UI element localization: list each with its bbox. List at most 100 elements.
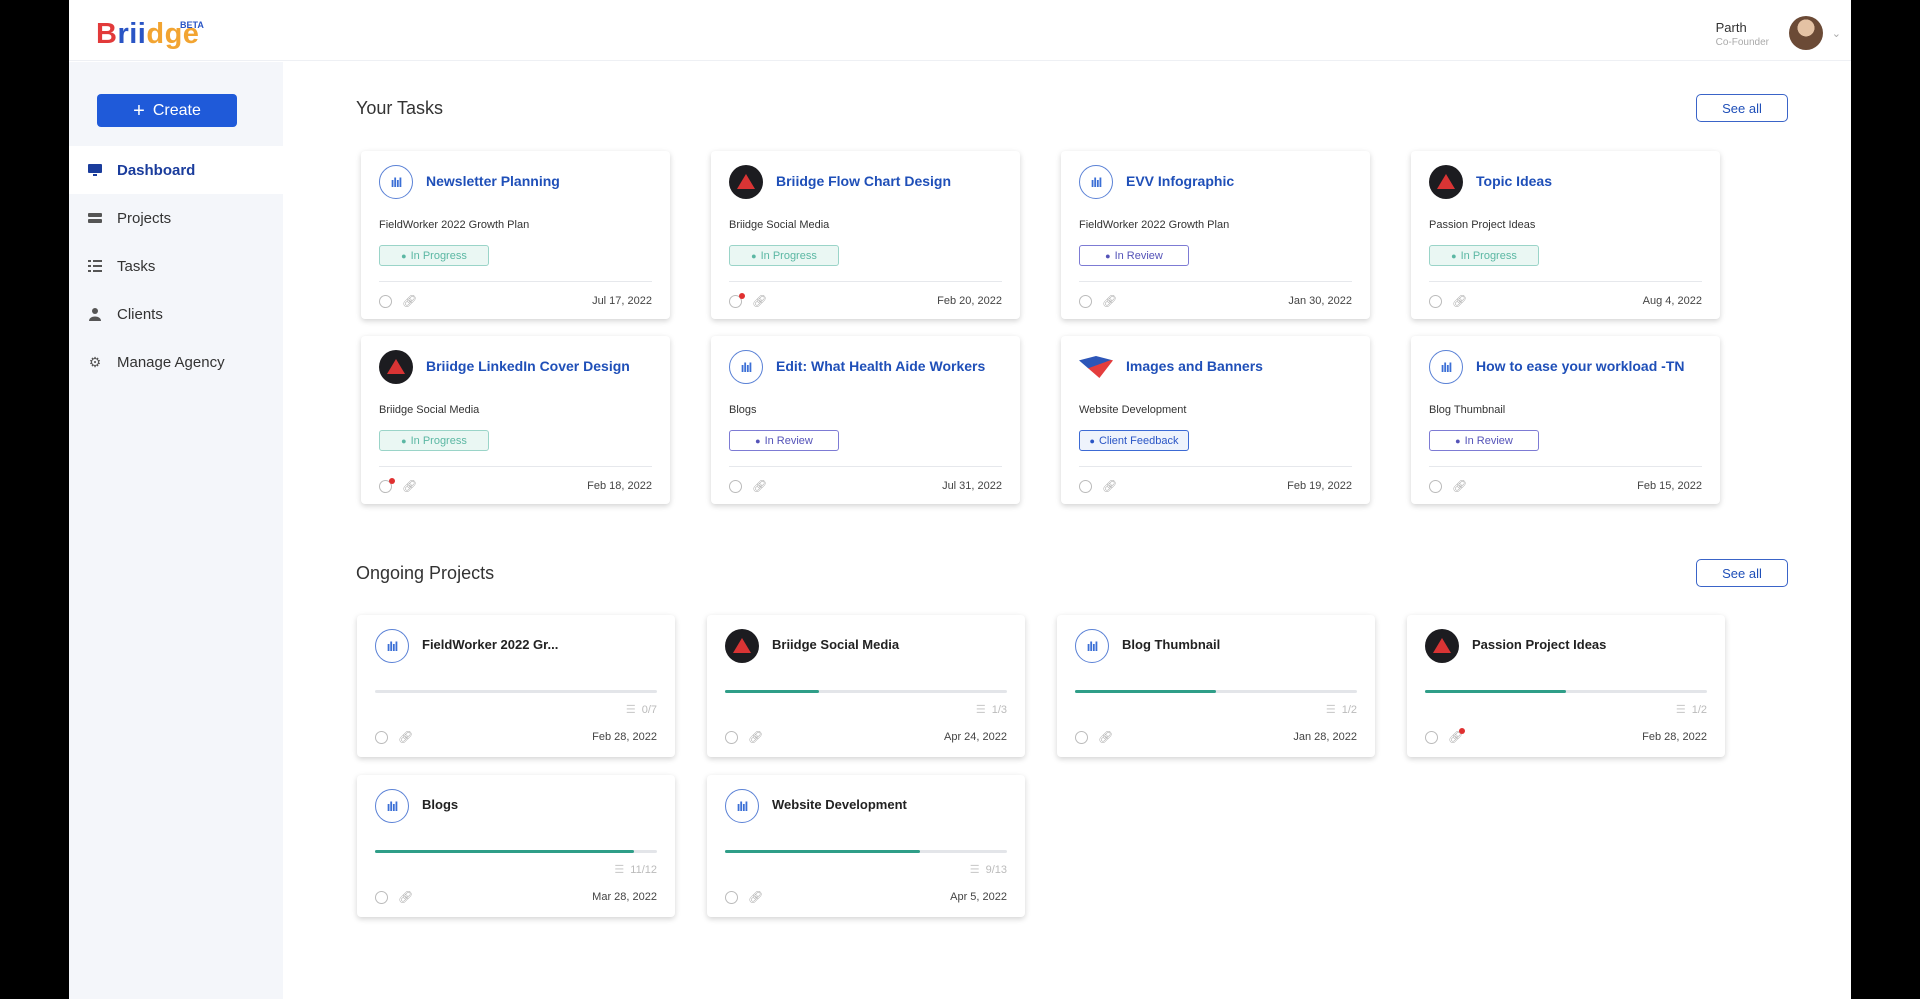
comment-icon[interactable] <box>1079 480 1092 493</box>
main-content: Your Tasks See all ılıl Newsletter Plann… <box>283 62 1851 999</box>
progress-fill <box>725 690 819 693</box>
wave-logo-icon: ılıl <box>379 165 413 199</box>
link-icon[interactable]: 🔗︎ <box>1102 480 1117 493</box>
task-title[interactable]: Newsletter Planning <box>426 173 560 189</box>
project-card[interactable]: ılıl Website Development ☰ 9/13 🔗︎ Apr 5,… <box>707 775 1025 917</box>
status-badge: ● Client Feedback <box>1079 430 1189 451</box>
chevron-down-icon[interactable]: ⌄ <box>1832 27 1841 40</box>
task-title[interactable]: EVV Infographic <box>1126 173 1234 189</box>
list-icon: ☰ <box>1675 704 1686 716</box>
beta-badge: BETA <box>180 20 204 30</box>
card-actions: 🔗︎ <box>1075 731 1113 744</box>
link-icon[interactable]: 🔗︎ <box>1448 728 1465 744</box>
comment-icon[interactable] <box>375 891 388 904</box>
link-icon[interactable]: 🔗︎ <box>752 295 767 308</box>
divider <box>1079 466 1352 467</box>
task-card[interactable]: ılıl How to ease your workload -TN Blog … <box>1411 336 1720 504</box>
project-card[interactable]: ılıl Blogs ☰ 11/12 🔗︎ Mar 28, 2022 <box>357 775 675 917</box>
progress-fill <box>725 850 921 853</box>
comment-icon[interactable] <box>725 731 738 744</box>
project-title[interactable]: Blogs <box>422 797 458 812</box>
task-card[interactable]: Briidge Flow Chart Design Briidge Social… <box>711 151 1020 319</box>
comment-icon[interactable] <box>375 731 388 744</box>
comment-icon[interactable] <box>1429 480 1442 493</box>
task-card[interactable]: Topic Ideas Passion Project Ideas ● In Pr… <box>1411 151 1720 319</box>
divider <box>1429 466 1702 467</box>
gear-icon: ⚙ <box>88 353 102 370</box>
sidebar-item-manage-agency[interactable]: ⚙ Manage Agency <box>69 338 283 386</box>
wave-logo-icon: ılıl <box>729 350 763 384</box>
link-icon[interactable]: 🔗︎ <box>748 731 763 744</box>
comment-icon[interactable] <box>1075 731 1088 744</box>
link-icon[interactable]: 🔗︎ <box>748 891 763 904</box>
link-icon[interactable]: 🔗︎ <box>752 480 767 493</box>
your-tasks-title: Your Tasks <box>356 98 444 118</box>
card-actions: 🔗︎ <box>725 731 763 744</box>
comment-icon[interactable] <box>729 480 742 493</box>
task-title[interactable]: Briidge Flow Chart Design <box>776 173 951 189</box>
task-title[interactable]: Briidge LinkedIn Cover Design <box>426 358 630 374</box>
list-icon: ☰ <box>969 864 980 876</box>
task-date: Feb 15, 2022 <box>1637 480 1702 492</box>
comment-icon[interactable] <box>379 478 395 493</box>
tasks-see-all-button[interactable]: See all <box>1696 94 1788 122</box>
sidebar-item-dashboard[interactable]: Dashboard <box>69 146 283 194</box>
projects-icon <box>87 210 103 226</box>
task-title[interactable]: How to ease your workload -TN <box>1476 358 1684 374</box>
sidebar-item-label: Dashboard <box>117 161 196 179</box>
task-card[interactable]: ılıl Edit: What Health Aide Workers Blog… <box>711 336 1020 504</box>
comment-icon[interactable] <box>725 891 738 904</box>
sidebar-item-label: Manage Agency <box>117 353 225 371</box>
link-icon[interactable]: 🔗︎ <box>398 731 413 744</box>
create-button[interactable]: + Create <box>97 94 237 127</box>
sidebar-item-projects[interactable]: Projects <box>69 194 283 242</box>
progress-fill <box>1075 690 1216 693</box>
project-title[interactable]: FieldWorker 2022 Gr... <box>422 637 558 652</box>
banner-logo-icon <box>1079 350 1113 384</box>
comment-icon[interactable] <box>1429 295 1442 308</box>
link-icon[interactable]: 🔗︎ <box>1102 295 1117 308</box>
task-card[interactable]: Images and Banners Website Development ●… <box>1061 336 1370 504</box>
divider <box>729 281 1002 282</box>
link-icon[interactable]: 🔗︎ <box>1452 480 1467 493</box>
comment-icon[interactable] <box>1079 295 1092 308</box>
avatar[interactable] <box>1789 16 1823 50</box>
projects-see-all-button[interactable]: See all <box>1696 559 1788 587</box>
task-card[interactable]: ılıl Newsletter Planning FieldWorker 202… <box>361 151 670 319</box>
wave-logo-icon: ılıl <box>1075 629 1109 663</box>
project-card[interactable]: ılıl Blog Thumbnail ☰ 1/2 🔗︎ Jan 28, 2022 <box>1057 615 1375 757</box>
sidebar-item-tasks[interactable]: Tasks <box>69 242 283 290</box>
link-icon[interactable]: 🔗︎ <box>1452 295 1467 308</box>
user-icon <box>87 306 103 322</box>
comment-icon[interactable] <box>1425 731 1438 744</box>
project-title[interactable]: Passion Project Ideas <box>1472 637 1606 652</box>
card-actions: 🔗︎ <box>375 891 413 904</box>
project-title[interactable]: Blog Thumbnail <box>1122 637 1220 652</box>
task-card[interactable]: ılıl EVV Infographic FieldWorker 2022 Gr… <box>1061 151 1370 319</box>
task-title[interactable]: Topic Ideas <box>1476 173 1552 189</box>
task-title[interactable]: Images and Banners <box>1126 358 1263 374</box>
status-badge: ● In Progress <box>379 245 489 266</box>
sidebar-item-label: Clients <box>117 305 163 323</box>
briidge-logo-icon <box>379 350 413 384</box>
project-card[interactable]: Briidge Social Media ☰ 1/3 🔗︎ Apr 24, 202… <box>707 615 1025 757</box>
wave-logo-icon: ılıl <box>1079 165 1113 199</box>
link-icon[interactable]: 🔗︎ <box>1098 731 1113 744</box>
sidebar-item-clients[interactable]: Clients <box>69 290 283 338</box>
project-card[interactable]: ılıl FieldWorker 2022 Gr... ☰ 0/7 🔗︎ Feb … <box>357 615 675 757</box>
divider <box>1429 281 1702 282</box>
task-title[interactable]: Edit: What Health Aide Workers <box>776 358 985 374</box>
task-date: Feb 20, 2022 <box>937 295 1002 307</box>
task-project: Blog Thumbnail <box>1429 404 1506 416</box>
comment-icon[interactable] <box>379 295 392 308</box>
comment-icon[interactable] <box>729 293 745 308</box>
task-date: Aug 4, 2022 <box>1642 295 1702 307</box>
link-icon[interactable]: 🔗︎ <box>402 295 417 308</box>
project-title[interactable]: Website Development <box>772 797 907 812</box>
link-icon[interactable]: 🔗︎ <box>402 480 417 493</box>
user-info: Parth Co-Founder <box>1716 20 1769 48</box>
project-card[interactable]: Passion Project Ideas ☰ 1/2 🔗︎ Feb 28, 20… <box>1407 615 1725 757</box>
task-card[interactable]: Briidge LinkedIn Cover Design Briidge So… <box>361 336 670 504</box>
project-title[interactable]: Briidge Social Media <box>772 637 899 652</box>
link-icon[interactable]: 🔗︎ <box>398 891 413 904</box>
